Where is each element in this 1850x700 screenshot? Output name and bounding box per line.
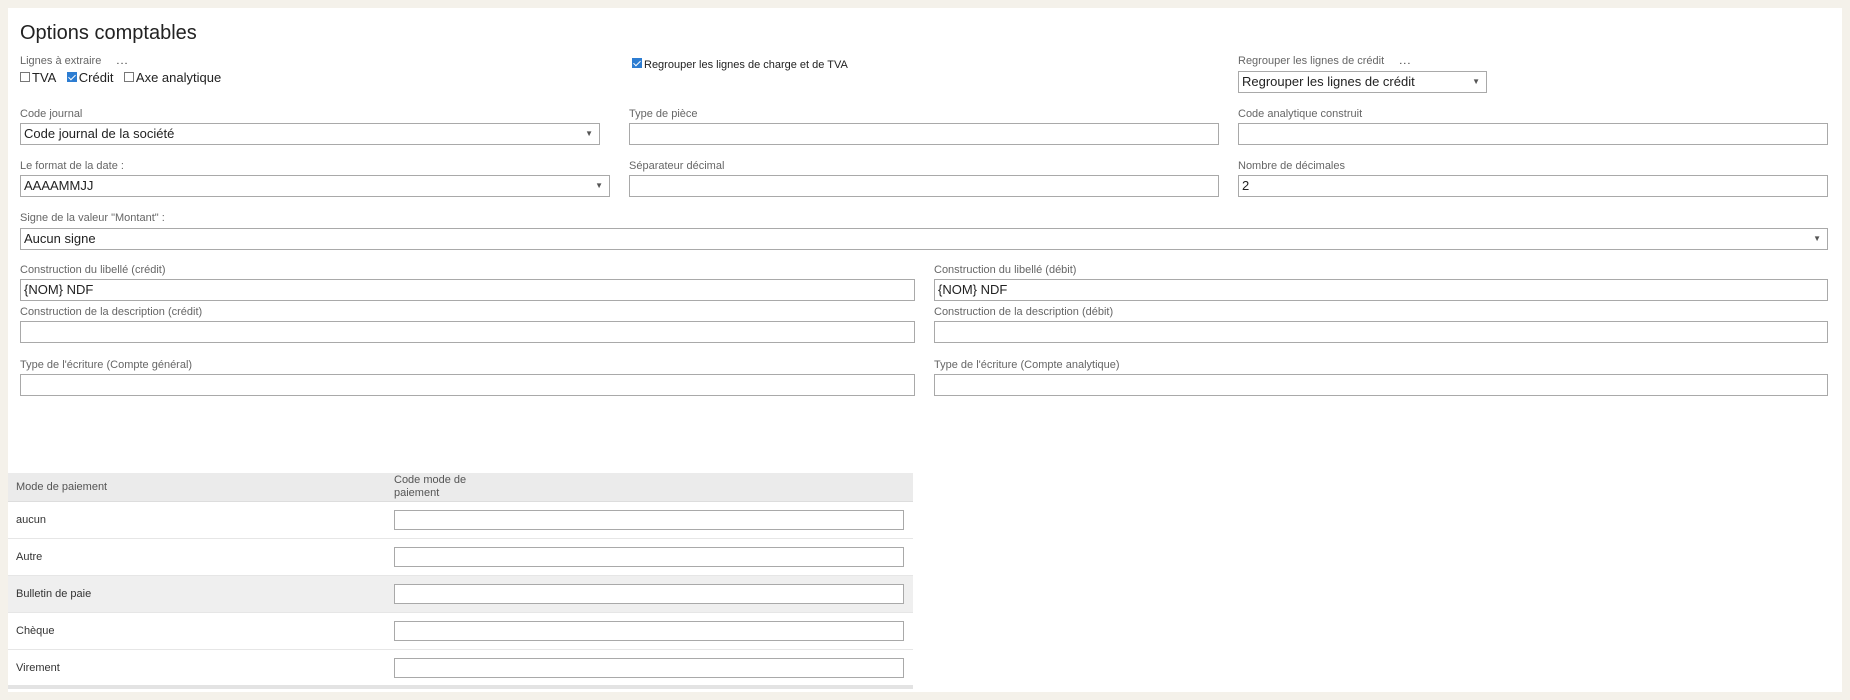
tva-checkbox[interactable]: [20, 71, 30, 82]
payment-mode-cell: aucun: [8, 501, 386, 539]
journal-code-select[interactable]: Code journal de la société ▼: [20, 123, 600, 145]
column-header-payment-code: Code mode de paiement: [386, 473, 913, 502]
piece-type-label: Type de pièce: [629, 108, 698, 120]
journal-code-label: Code journal: [20, 108, 83, 120]
group-credit-select[interactable]: Regrouper les lignes de crédit ▼: [1238, 71, 1487, 93]
accounting-options-panel: Options comptables Lignes à extraire ...…: [8, 8, 1842, 692]
piece-type-input[interactable]: [629, 123, 1219, 145]
chevron-down-icon: ▼: [595, 181, 603, 190]
payment-code-input[interactable]: [394, 584, 904, 604]
entry-type-general-input[interactable]: [20, 374, 915, 396]
group-credit-label: Regrouper les lignes de crédit ...: [1238, 55, 1412, 67]
chevron-down-icon: ▼: [585, 129, 593, 138]
page-title: Options comptables: [20, 22, 197, 44]
payment-mode-cell: Chèque: [8, 612, 386, 650]
payment-code-input[interactable]: [394, 547, 904, 567]
date-format-label: Le format de la date :: [20, 160, 124, 172]
payment-mode-table: Mode de paiement Code mode de paiement a…: [8, 473, 913, 687]
analytic-axis-checkbox-label: Axe analytique: [135, 70, 222, 85]
desc-debit-label: Construction de la description (débit): [934, 306, 1114, 318]
extract-lines-more-button[interactable]: ...: [116, 55, 128, 67]
payment-mode-cell: Autre: [8, 538, 386, 576]
decimal-separator-input[interactable]: [629, 175, 1219, 197]
chevron-down-icon: ▼: [1813, 234, 1821, 243]
analytic-code-input[interactable]: [1238, 123, 1828, 145]
date-format-select[interactable]: AAAAMMJJ ▼: [20, 175, 610, 197]
label-credit-input[interactable]: {NOM} NDF: [20, 279, 915, 301]
payment-mode-cell: Virement: [8, 649, 386, 687]
group-charge-vat-checkbox[interactable]: [632, 57, 642, 68]
column-header-payment-mode: Mode de paiement: [8, 473, 386, 502]
group-charge-vat-option: Regrouper les lignes de charge et de TVA: [632, 55, 848, 73]
payment-code-input[interactable]: [394, 621, 904, 641]
table-row: Virement: [8, 649, 913, 687]
chevron-down-icon: ▼: [1472, 77, 1480, 86]
group-credit-more-button[interactable]: ...: [1399, 55, 1411, 67]
extract-lines-checkboxes: TVA Crédit Axe analytique: [20, 69, 221, 87]
desc-credit-input[interactable]: [20, 321, 915, 343]
tva-checkbox-label: TVA: [32, 70, 57, 85]
amount-sign-select[interactable]: Aucun signe ▼: [20, 228, 1828, 250]
table-header-row: Mode de paiement Code mode de paiement: [8, 473, 913, 502]
analytic-axis-checkbox[interactable]: [123, 71, 134, 82]
payment-code-input[interactable]: [394, 510, 904, 530]
entry-type-general-label: Type de l'écriture (Compte général): [20, 359, 193, 371]
extract-lines-label: Lignes à extraire ...: [20, 55, 129, 67]
label-debit-label: Construction du libellé (débit): [934, 264, 1077, 276]
label-debit-input[interactable]: {NOM} NDF: [934, 279, 1828, 301]
payment-mode-cell: Bulletin de paie: [8, 575, 386, 613]
decimal-separator-label: Séparateur décimal: [629, 160, 725, 172]
table-row: Chèque: [8, 612, 913, 650]
table-bottom-border: [8, 685, 913, 689]
desc-credit-label: Construction de la description (crédit): [20, 306, 203, 318]
label-credit-label: Construction du libellé (crédit): [20, 264, 166, 276]
entry-type-analytic-label: Type de l'écriture (Compte analytique): [934, 359, 1120, 371]
credit-checkbox[interactable]: [66, 71, 77, 82]
table-row: aucun: [8, 501, 913, 539]
decimals-input[interactable]: 2: [1238, 175, 1828, 197]
amount-sign-label: Signe de la valeur "Montant" :: [20, 212, 165, 224]
payment-code-input[interactable]: [394, 658, 904, 678]
table-row: Autre: [8, 538, 913, 576]
decimals-label: Nombre de décimales: [1238, 160, 1345, 172]
group-charge-vat-label: Regrouper les lignes de charge et de TVA: [644, 59, 848, 71]
entry-type-analytic-input[interactable]: [934, 374, 1828, 396]
desc-debit-input[interactable]: [934, 321, 1828, 343]
table-row: Bulletin de paie: [8, 575, 913, 613]
credit-checkbox-label: Crédit: [78, 70, 114, 85]
analytic-code-label: Code analytique construit: [1238, 108, 1363, 120]
